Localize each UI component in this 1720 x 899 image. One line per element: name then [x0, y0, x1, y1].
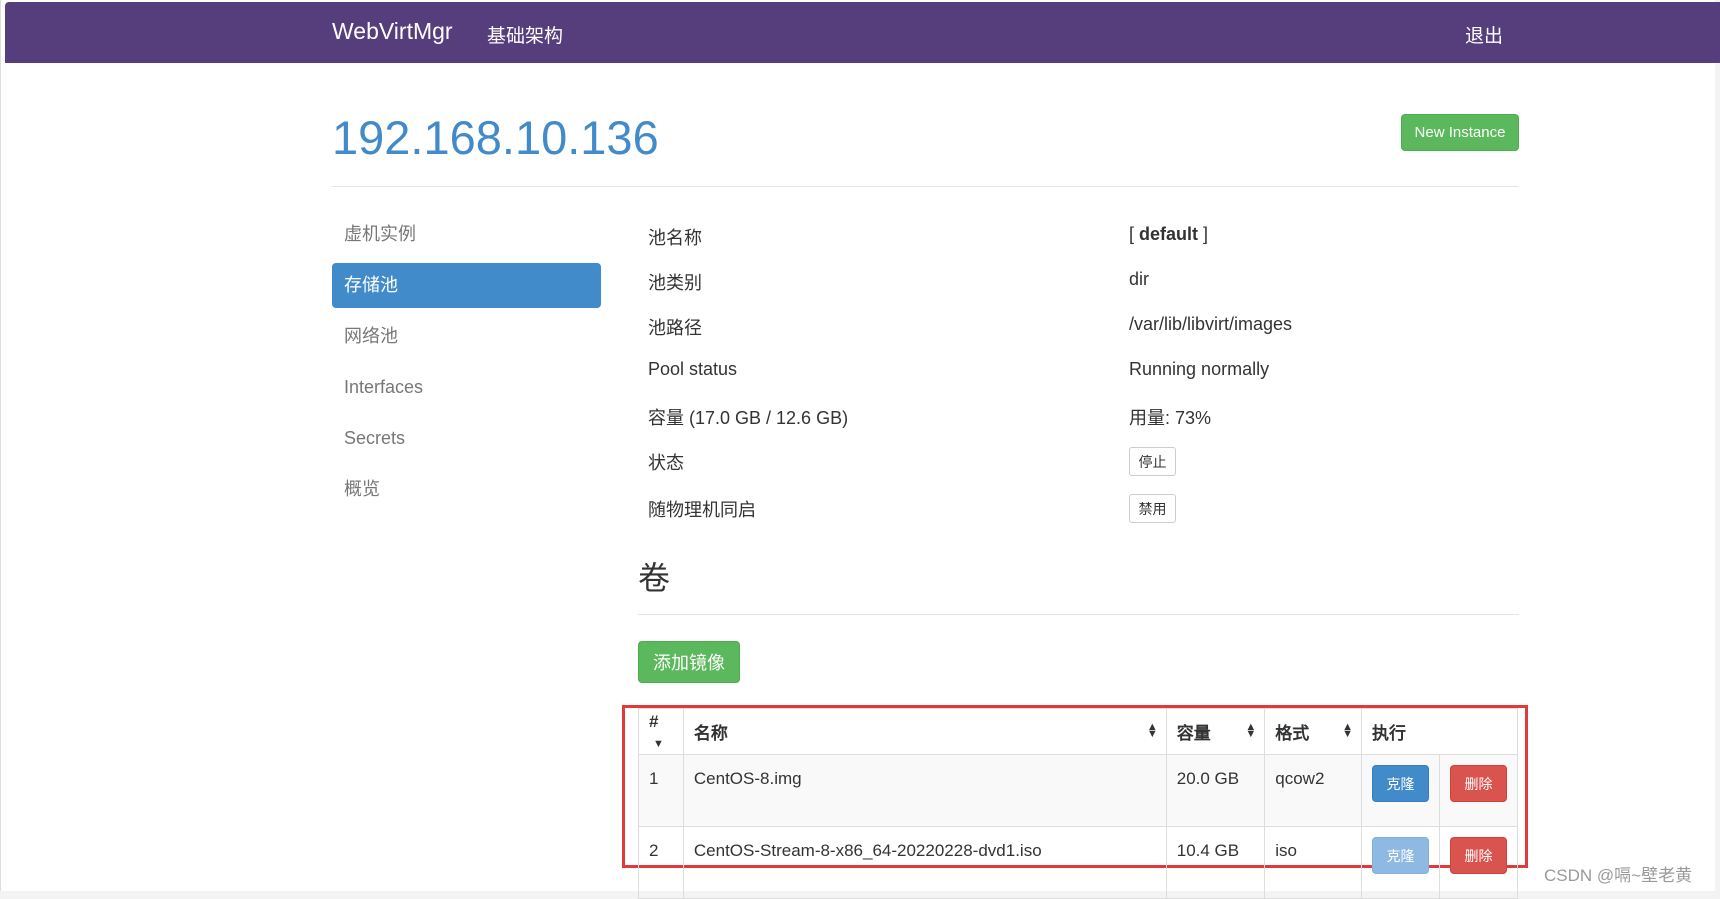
pool-path-label: 池路径	[648, 318, 702, 338]
volumes-table: #▼ 名称 ▲ ▼ 容量 ▲ ▼ 格式 ▲ ▼ 执行 1 CentOS-8.img 20.0…	[638, 708, 1519, 899]
table-header-row: #▼ 名称 ▲ ▼ 容量 ▲ ▼ 格式 ▲ ▼ 执行	[638, 708, 1519, 755]
row-format: iso	[1264, 826, 1362, 899]
sidebar-item-overview[interactable]: 概览	[332, 467, 601, 512]
pool-capacity-label: 容量 (17.0 GB / 12.6 GB)	[648, 408, 849, 428]
row-clone-cell: 克隆	[1360, 826, 1440, 899]
add-image-button[interactable]: 添加镜像	[638, 641, 740, 683]
pool-name-value: [ default ]	[1129, 224, 1208, 245]
column-header-actions: 执行	[1360, 708, 1519, 755]
delete-button[interactable]: 删除	[1449, 765, 1507, 802]
pool-name-text: default	[1139, 224, 1199, 244]
row-delete-cell: 删除	[1438, 754, 1519, 827]
sidebar-item-storage[interactable]: 存储池	[332, 263, 601, 308]
column-header-format[interactable]: 格式 ▲ ▼	[1264, 708, 1362, 755]
column-size-label: 容量	[1176, 724, 1211, 743]
pool-status-label: Pool status	[648, 359, 738, 379]
clone-button[interactable]: 克隆	[1371, 765, 1429, 802]
column-actions-label: 执行	[1371, 724, 1406, 743]
volumes-divider	[638, 614, 1519, 615]
pool-type-value: dir	[1129, 269, 1150, 289]
clone-button[interactable]: 克隆	[1371, 837, 1429, 874]
row-delete-cell: 删除	[1438, 826, 1519, 899]
column-header-name[interactable]: 名称 ▲ ▼	[682, 708, 1167, 755]
pool-state-label: 状态	[648, 453, 684, 473]
sidebar-nav: 虚机实例 存储池 网络池 Interfaces Secrets 概览	[332, 212, 601, 518]
pool-usage-value: 用量: 73%	[1129, 408, 1212, 428]
column-num-label: #	[649, 711, 659, 731]
table-row: 2 CentOS-Stream-8-x86_64-20220228-dvd1.i…	[638, 826, 1519, 899]
row-clone-cell: 克隆	[1360, 754, 1440, 827]
column-header-size[interactable]: 容量 ▲ ▼	[1165, 708, 1266, 755]
sidebar-item-secrets[interactable]: Secrets	[332, 416, 601, 461]
pool-status-value: Running normally	[1129, 359, 1270, 379]
sidebar-item-instances[interactable]: 虚机实例	[332, 212, 601, 257]
column-name-label: 名称	[693, 724, 728, 743]
top-navbar: WebVirtMgr 基础架构 退出	[5, 2, 1720, 63]
delete-button[interactable]: 删除	[1449, 837, 1507, 874]
brand-link[interactable]: WebVirtMgr	[332, 18, 453, 45]
caret-down-icon: ▼	[653, 737, 664, 750]
sort-icon: ▲ ▼	[1146, 721, 1158, 740]
row-num: 1	[638, 754, 684, 827]
disable-autostart-button[interactable]: 禁用	[1129, 494, 1176, 523]
nav-infrastructure-link[interactable]: 基础架构	[487, 21, 563, 48]
row-size: 10.4 GB	[1165, 826, 1266, 899]
sort-icon: ▲ ▼	[1245, 721, 1257, 740]
page-title: 192.168.10.136	[332, 111, 659, 164]
volumes-heading: 卷	[638, 560, 671, 596]
pool-name-label: 池名称	[648, 228, 702, 248]
sort-icon: ▲ ▼	[1342, 721, 1353, 740]
watermark: CSDN @嗝~壁老黄	[1544, 866, 1693, 885]
row-format: qcow2	[1264, 754, 1362, 827]
sidebar-item-interfaces[interactable]: Interfaces	[332, 365, 601, 410]
pool-type-label: 池类别	[648, 273, 702, 293]
column-format-label: 格式	[1275, 724, 1310, 743]
logout-link[interactable]: 退出	[1465, 21, 1503, 48]
column-header-num[interactable]: #▼	[638, 708, 684, 755]
pool-autostart-label: 随物理机同启	[648, 500, 756, 520]
stop-pool-button[interactable]: 停止	[1129, 447, 1176, 476]
pool-path-value: /var/lib/libvirt/images	[1129, 314, 1293, 334]
pool-name-suffix: ]	[1198, 224, 1209, 244]
header-divider	[332, 186, 1519, 187]
row-name: CentOS-8.img	[682, 754, 1167, 827]
row-num: 2	[638, 826, 684, 899]
row-name: CentOS-Stream-8-x86_64-20220228-dvd1.iso	[682, 826, 1167, 899]
sidebar-item-networks[interactable]: 网络池	[332, 314, 601, 359]
pool-name-prefix: [	[1129, 224, 1140, 244]
table-row: 1 CentOS-8.img 20.0 GB qcow2 克隆 删除	[638, 754, 1519, 827]
new-instance-button[interactable]: New Instance	[1401, 114, 1519, 151]
row-size: 20.0 GB	[1165, 754, 1266, 827]
